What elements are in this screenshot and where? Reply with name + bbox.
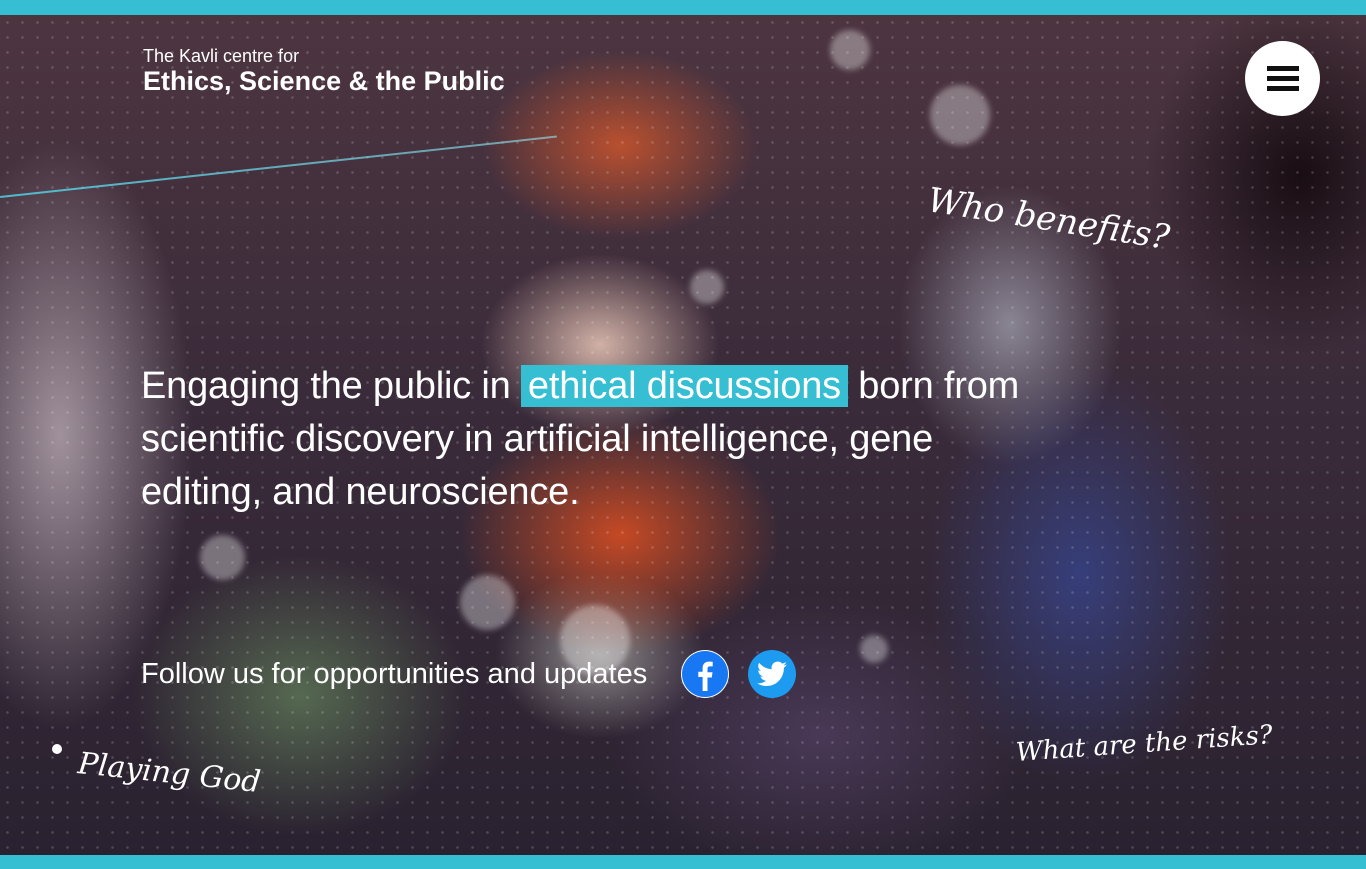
facebook-icon[interactable] [681, 650, 730, 698]
site-logo[interactable]: The Kavli centre for Ethics, Science & t… [143, 46, 505, 96]
sparkle-icon [52, 744, 62, 754]
bottom-accent-bar [0, 855, 1366, 869]
bokeh-light [830, 30, 870, 70]
bokeh-light [200, 535, 245, 580]
bokeh-light [460, 575, 515, 630]
top-accent-bar [0, 0, 1366, 15]
headline-highlight: ethical discussions [520, 365, 848, 407]
social-follow-section: Follow us for opportunities and updates [141, 650, 797, 698]
logo-line-large: Ethics, Science & the Public [143, 66, 505, 96]
headline-text-start: Engaging the public in [141, 365, 521, 407]
bokeh-light [860, 635, 888, 663]
menu-button[interactable] [1245, 41, 1320, 116]
bokeh-light [930, 85, 990, 145]
bokeh-light [690, 270, 724, 304]
hamburger-menu-icon [1266, 66, 1299, 71]
hamburger-menu-icon-line [1266, 76, 1299, 81]
logo-line-small: The Kavli centre for [143, 46, 300, 66]
follow-label: Follow us for opportunities and updates [141, 657, 648, 690]
twitter-icon[interactable] [748, 650, 797, 698]
hamburger-menu-icon-line [1266, 86, 1299, 91]
hero-headline: Engaging the public in ethical discussio… [141, 360, 1041, 519]
